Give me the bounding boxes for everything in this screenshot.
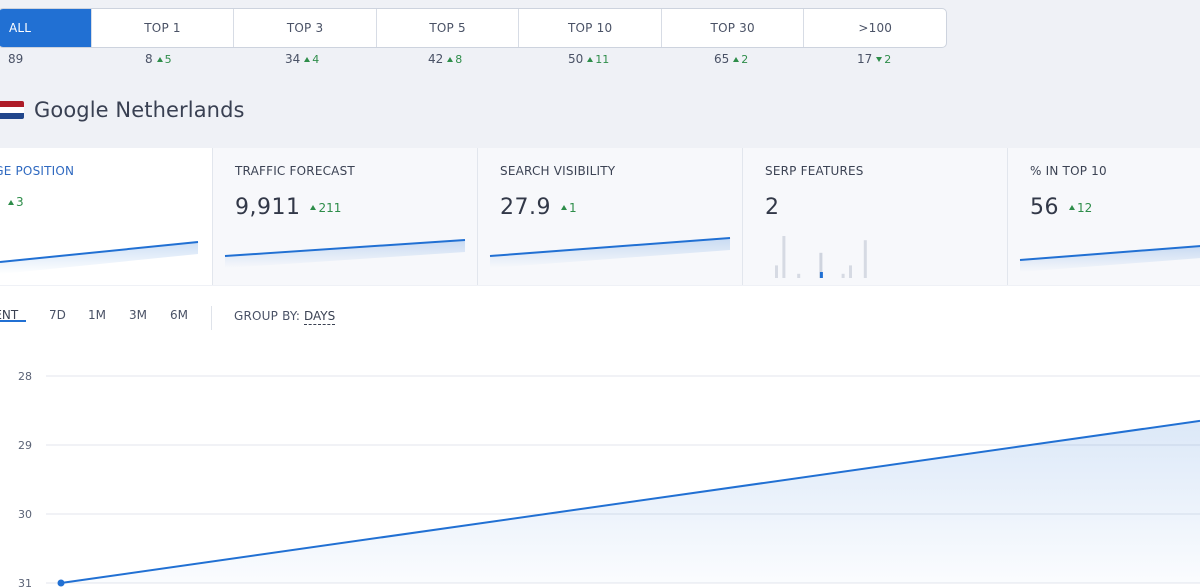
metric-value: 27.9 xyxy=(500,195,551,220)
filter-tab-all[interactable]: ALL xyxy=(0,9,91,47)
filter-count-delta: 5 xyxy=(156,52,172,66)
delta-value: 4 xyxy=(312,52,320,66)
position-line-chart: 28 29 30 31 xyxy=(18,370,1200,587)
metric-value: 56 xyxy=(1030,195,1059,220)
filter-count-value: 65 xyxy=(714,52,730,66)
filter-tab-top-3[interactable]: TOP 3 xyxy=(233,9,376,47)
metric-card-traffic-forecast[interactable]: TRAFFIC FORECAST 9,911 211 xyxy=(212,148,477,285)
arrow-down-icon xyxy=(876,56,883,62)
filter-count-delta: 4 xyxy=(304,53,319,66)
metric-card-search-visibility[interactable]: SEARCH VISIBILITY 27.9 1 xyxy=(477,148,742,285)
delta-value: 211 xyxy=(318,200,342,215)
arrow-up-icon xyxy=(156,56,163,62)
serp-feature-bar xyxy=(849,265,852,278)
filter-tab-100[interactable]: >100 xyxy=(803,9,946,47)
filter-count: 17 2 xyxy=(857,52,891,66)
sparkline-area xyxy=(1020,246,1200,272)
serp-feature-bar xyxy=(782,236,786,278)
metric-value-row: 27.9 1 xyxy=(500,195,577,220)
position-filter-counts: 89 8 5 34 4 42 8 50 11 65 2 17 2 xyxy=(0,52,949,68)
filter-count: 42 8 xyxy=(428,52,462,66)
metric-value-row: 56 12 xyxy=(1030,195,1092,220)
metric-delta: 12 xyxy=(1069,201,1092,215)
netherlands-flag-icon xyxy=(0,101,24,119)
position-chart-panel: RENT7D1M3M6M GROUP BY: DAYS 28293031 xyxy=(0,286,1200,587)
search-engine-header: Google Netherlands xyxy=(0,98,245,122)
filter-count-value: 50 xyxy=(568,52,584,66)
metric-sparkline xyxy=(489,237,731,268)
delta-value: 3 xyxy=(16,195,24,209)
metric-value-row: 2 xyxy=(765,195,780,220)
filter-tab-top-30[interactable]: TOP 30 xyxy=(660,9,804,47)
filter-count-value: 89 xyxy=(8,52,24,66)
search-engine-title: Google Netherlands xyxy=(34,98,245,122)
metric-card-age-position[interactable]: AGE POSITION 3 xyxy=(0,148,212,285)
metric-label: TRAFFIC FORECAST xyxy=(235,164,355,178)
metric-value-row: 3 xyxy=(8,195,24,209)
filter-count: 65 2 xyxy=(714,52,748,66)
metric-label: SERP FEATURES xyxy=(765,164,864,178)
delta-value: 2 xyxy=(741,52,749,66)
arrow-up-icon xyxy=(447,56,454,62)
metric-label: % IN TOP 10 xyxy=(1030,164,1107,178)
filter-tab-top-5[interactable]: TOP 5 xyxy=(375,9,519,47)
serp-feature-bar xyxy=(841,273,845,278)
filter-tab-top-1[interactable]: TOP 1 xyxy=(90,9,234,47)
filter-count-value: 8 xyxy=(145,52,153,66)
metrics-panel: AGE POSITION 3 TRAFFIC FORECAST 9,911 211 SEA… xyxy=(0,148,1200,285)
y-tick-label: 31 xyxy=(18,577,32,587)
arrow-up-icon xyxy=(1069,205,1075,210)
serp-feature-bar xyxy=(863,240,867,278)
filter-count: 34 4 xyxy=(285,52,319,66)
y-tick-label: 29 xyxy=(18,439,32,452)
filter-count-delta: 2 xyxy=(733,53,748,66)
serp-feature-bar xyxy=(797,273,801,278)
filter-count-delta: 2 xyxy=(876,53,891,66)
filter-count-delta: 11 xyxy=(587,53,609,66)
metric-value: 9,911 xyxy=(235,195,301,220)
metric-value: 2 xyxy=(765,195,780,220)
metric-sparkline xyxy=(224,239,466,268)
arrow-up-icon xyxy=(310,205,317,210)
filter-count-value: 34 xyxy=(285,52,301,66)
series-point xyxy=(57,579,65,587)
arrow-up-icon xyxy=(733,56,740,62)
filter-count-value: 17 xyxy=(857,52,873,66)
y-tick-label: 28 xyxy=(18,370,32,383)
metric-label: SEARCH VISIBILITY xyxy=(500,164,616,178)
arrow-up-icon xyxy=(560,205,567,210)
metric-card-in-top-10[interactable]: % IN TOP 10 56 12 xyxy=(1007,148,1200,285)
position-filter-tabs: ALL TOP 1 TOP 3 TOP 5 TOP 10 TOP 30 >100 xyxy=(0,8,947,48)
metric-delta: 3 xyxy=(8,195,24,209)
serp-feature-bar-highlight xyxy=(819,272,823,278)
metric-card-serp-features[interactable]: SERP FEATURES 2 xyxy=(742,148,1007,285)
metric-sparkline xyxy=(0,241,199,274)
y-tick-label: 30 xyxy=(18,508,32,521)
delta-value: 8 xyxy=(455,52,463,66)
filter-tab-top-10[interactable]: TOP 10 xyxy=(518,9,661,47)
filter-count: 50 11 xyxy=(568,52,609,66)
serp-feature-bar xyxy=(775,265,778,278)
filter-count: 89 xyxy=(8,52,23,66)
arrow-up-icon xyxy=(8,199,14,205)
metric-delta: 211 xyxy=(310,201,341,215)
metric-label: AGE POSITION xyxy=(0,164,75,178)
metric-sparkline xyxy=(775,236,867,278)
filter-count-value: 42 xyxy=(428,52,444,66)
metric-delta: 1 xyxy=(560,200,577,215)
delta-value: 5 xyxy=(164,52,172,66)
arrow-up-icon xyxy=(304,56,311,62)
delta-value: 2 xyxy=(884,52,892,66)
metric-value-row: 9,911 211 xyxy=(235,195,341,220)
delta-value: 1 xyxy=(568,200,577,215)
arrow-up-icon xyxy=(587,56,594,62)
filter-count-delta: 8 xyxy=(447,53,462,66)
delta-value: 12 xyxy=(1077,200,1093,215)
filter-count: 85 xyxy=(145,52,172,66)
metric-sparkline xyxy=(1019,245,1200,272)
delta-value: 11 xyxy=(595,52,610,66)
